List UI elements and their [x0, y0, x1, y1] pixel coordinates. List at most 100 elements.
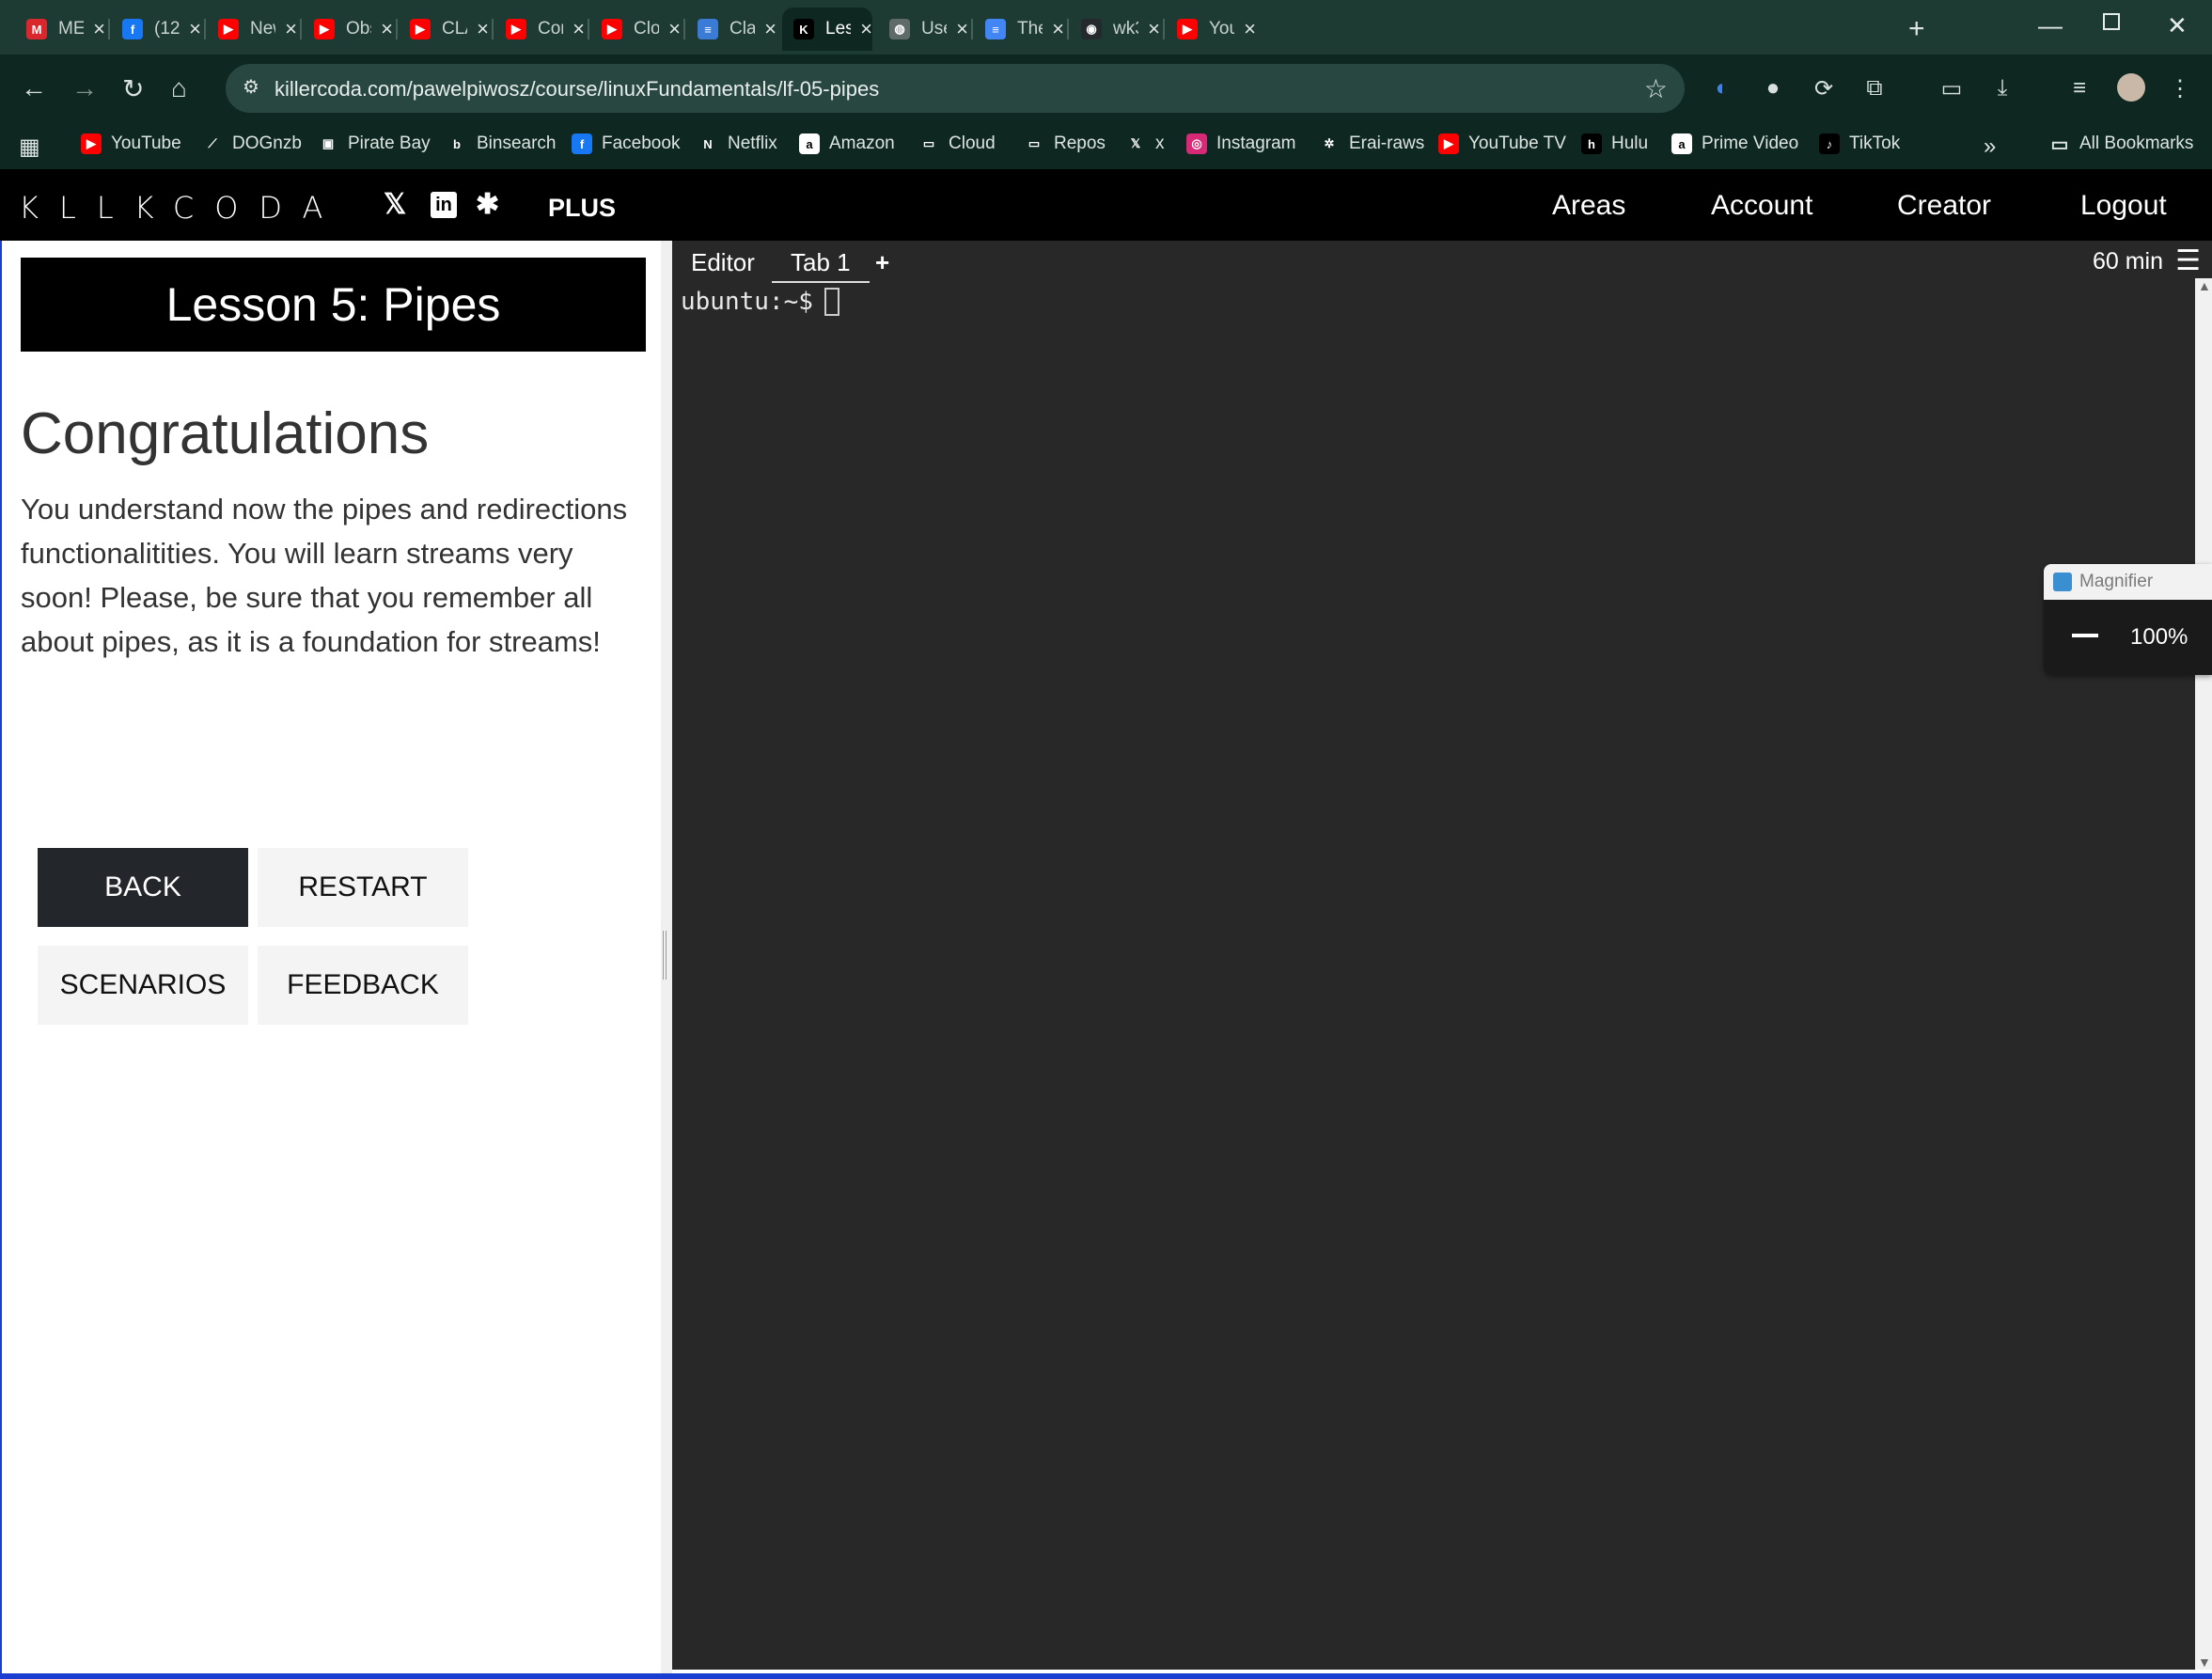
browser-tab[interactable]: ▶ Obsid ×	[303, 8, 393, 51]
plus-link[interactable]: PLUS	[548, 194, 616, 223]
scenarios-button[interactable]: SCENARIOS	[38, 946, 248, 1025]
bookmark-item[interactable]: ✲ Erai-raws	[1319, 133, 1424, 154]
close-tab-icon[interactable]: ×	[189, 17, 201, 41]
apps-grid-icon[interactable]: ▦	[19, 133, 40, 161]
close-tab-icon[interactable]: ×	[381, 17, 393, 41]
site-info-icon[interactable]: ⚙	[243, 75, 267, 100]
close-tab-icon[interactable]: ×	[285, 17, 297, 41]
more-bookmarks-icon[interactable]: »	[1984, 133, 1996, 160]
browser-tab[interactable]: ▶ New Y ×	[207, 8, 297, 51]
restart-button[interactable]: RESTART	[258, 848, 468, 927]
hamburger-menu-icon[interactable]: ☰	[2175, 244, 2201, 277]
media-control-icon[interactable]: ≡	[2066, 75, 2093, 102]
close-tab-icon[interactable]: ×	[477, 17, 489, 41]
tab-editor[interactable]: Editor	[691, 248, 755, 277]
linkedin-icon[interactable]: in	[431, 192, 457, 218]
browser-tab[interactable]: ◍ Useless ×	[878, 8, 968, 51]
bookmark-label: Facebook	[602, 133, 681, 153]
close-tab-icon[interactable]: ×	[93, 17, 105, 41]
browser-tab[interactable]: ▶ CLASS ×	[399, 8, 489, 51]
browser-tab[interactable]: M MEGA ×	[15, 8, 105, 51]
browser-tab[interactable]: ◉ wk3-l ×	[1070, 8, 1160, 51]
home-icon[interactable]: ⌂	[171, 73, 187, 103]
close-tab-icon[interactable]: ×	[1052, 17, 1064, 41]
tab-title: Lesson	[825, 19, 852, 39]
url-text[interactable]: killercoda.com/pawelpiwosz/course/linuxF…	[275, 77, 879, 102]
nav-areas[interactable]: Areas	[1552, 190, 1625, 222]
extension-icon[interactable]: ◐	[1709, 75, 1735, 102]
new-tab-button[interactable]: +	[1908, 13, 1925, 45]
extension-icon[interactable]: ●	[1760, 75, 1786, 102]
x-social-icon[interactable]: 𝕏	[384, 188, 406, 221]
close-tab-icon[interactable]: ×	[860, 17, 872, 41]
scroll-down-icon[interactable]: ▼	[2198, 1655, 2211, 1670]
browser-toolbar: ← → ↻ ⌂ ⚙ killercoda.com/pawelpiwosz/cou…	[0, 55, 2212, 122]
tab-title: Cloud	[634, 19, 660, 39]
bookmark-item[interactable]: ⟋ DOGnzb	[202, 133, 302, 154]
close-tab-icon[interactable]: ×	[1148, 17, 1160, 41]
terminal-scrollbar[interactable]: ▲ ▼	[2195, 278, 2212, 1670]
close-tab-icon[interactable]: ×	[668, 17, 681, 41]
site-navbar: KLLKCODA 𝕏 in ✱ PLUS Areas Account Creat…	[0, 169, 2212, 241]
bookmark-item[interactable]: ▶ YouTube	[81, 133, 181, 154]
all-bookmarks[interactable]: ▭ All Bookmarks	[2049, 133, 2194, 155]
maximize-icon[interactable]	[2103, 13, 2120, 30]
close-window-icon[interactable]: ✕	[2167, 11, 2188, 40]
bookmark-item[interactable]: ▣ Pirate Bay	[318, 133, 431, 154]
back-button[interactable]: BACK	[38, 848, 248, 927]
bookmark-item[interactable]: ▭ Repos	[1024, 133, 1106, 154]
bookmark-item[interactable]: ◎ Instagram	[1186, 133, 1295, 154]
cast-icon[interactable]: ▭	[1938, 75, 1965, 102]
close-tab-icon[interactable]: ×	[573, 17, 585, 41]
tab-title: wk3-l	[1113, 19, 1138, 39]
bookmark-item[interactable]: N Netflix	[698, 133, 777, 154]
terminal-prompt[interactable]: ubuntu:~$	[681, 288, 839, 316]
bookmark-item[interactable]: h Hulu	[1581, 133, 1648, 154]
slack-icon[interactable]: ✱	[476, 188, 499, 221]
magnifier-controls: 100%	[2044, 600, 2212, 675]
menu-dots-icon[interactable]: ⋮	[2167, 75, 2193, 102]
browser-tab[interactable]: ▶ Cloud ×	[590, 8, 681, 51]
tab-tab1[interactable]: Tab 1	[772, 248, 870, 283]
magnifier-widget[interactable]: Magnifier 100%	[2044, 564, 2212, 675]
browser-tab[interactable]: f (12) Fa ×	[111, 8, 201, 51]
bookmark-item[interactable]: a Prime Video	[1671, 133, 1798, 154]
close-tab-icon[interactable]: ×	[1244, 17, 1256, 41]
youtube-icon: ▶	[410, 19, 431, 39]
download-icon[interactable]: ⤓	[1989, 75, 2016, 102]
nav-account[interactable]: Account	[1711, 190, 1812, 222]
bookmark-item[interactable]: 𝕏x	[1125, 133, 1165, 154]
minimize-icon[interactable]: —	[2038, 11, 2063, 40]
scroll-up-icon[interactable]: ▲	[2198, 278, 2211, 293]
bookmark-item[interactable]: ♪ TikTok	[1819, 133, 1900, 154]
nav-creator[interactable]: Creator	[1897, 190, 1991, 222]
close-tab-icon[interactable]: ×	[764, 17, 777, 41]
bookmark-item[interactable]: ▭ Cloud	[918, 133, 996, 154]
add-tab-button[interactable]: +	[875, 248, 889, 277]
bookmark-item[interactable]: ▶ YouTube TV	[1438, 133, 1566, 154]
address-bar[interactable]: ⚙ killercoda.com/pawelpiwosz/course/linu…	[226, 64, 1685, 113]
reload-icon[interactable]: ↻	[122, 73, 144, 104]
extensions-puzzle-icon[interactable]: ⧉	[1861, 75, 1888, 102]
back-arrow-icon[interactable]: ←	[21, 73, 47, 103]
site-logo[interactable]: KLLKCODA	[19, 190, 343, 226]
nav-logout[interactable]: Logout	[2080, 190, 2167, 222]
zoom-out-icon[interactable]	[2072, 634, 2098, 637]
profile-avatar[interactable]	[2117, 73, 2145, 102]
bookmark-item[interactable]: a Amazon	[799, 133, 895, 154]
bookmark-star-icon[interactable]: ☆	[1644, 73, 1668, 104]
forward-arrow-icon[interactable]: →	[71, 73, 98, 103]
splitter-grip-handle[interactable]	[663, 931, 667, 980]
browser-tab[interactable]: ≡ Class ×	[686, 8, 777, 51]
browser-tab[interactable]: K Lesson ×	[782, 8, 872, 51]
browser-tab[interactable]: ▶ YouTu ×	[1166, 8, 1256, 51]
bookmark-label: Amazon	[829, 133, 895, 153]
close-tab-icon[interactable]: ×	[956, 17, 968, 41]
terminal-panel[interactable]: Editor Tab 1 + 60 min ☰ ubuntu:~$ ▲ ▼	[672, 241, 2212, 1670]
bookmark-item[interactable]: b Binsearch	[447, 133, 557, 154]
bookmark-item[interactable]: f Facebook	[572, 133, 680, 154]
sync-icon[interactable]: ⟳	[1811, 75, 1837, 102]
browser-tab[interactable]: ≡ Theo ×	[974, 8, 1064, 51]
feedback-button[interactable]: FEEDBACK	[258, 946, 468, 1025]
browser-tab[interactable]: ▶ Comp ×	[494, 8, 585, 51]
